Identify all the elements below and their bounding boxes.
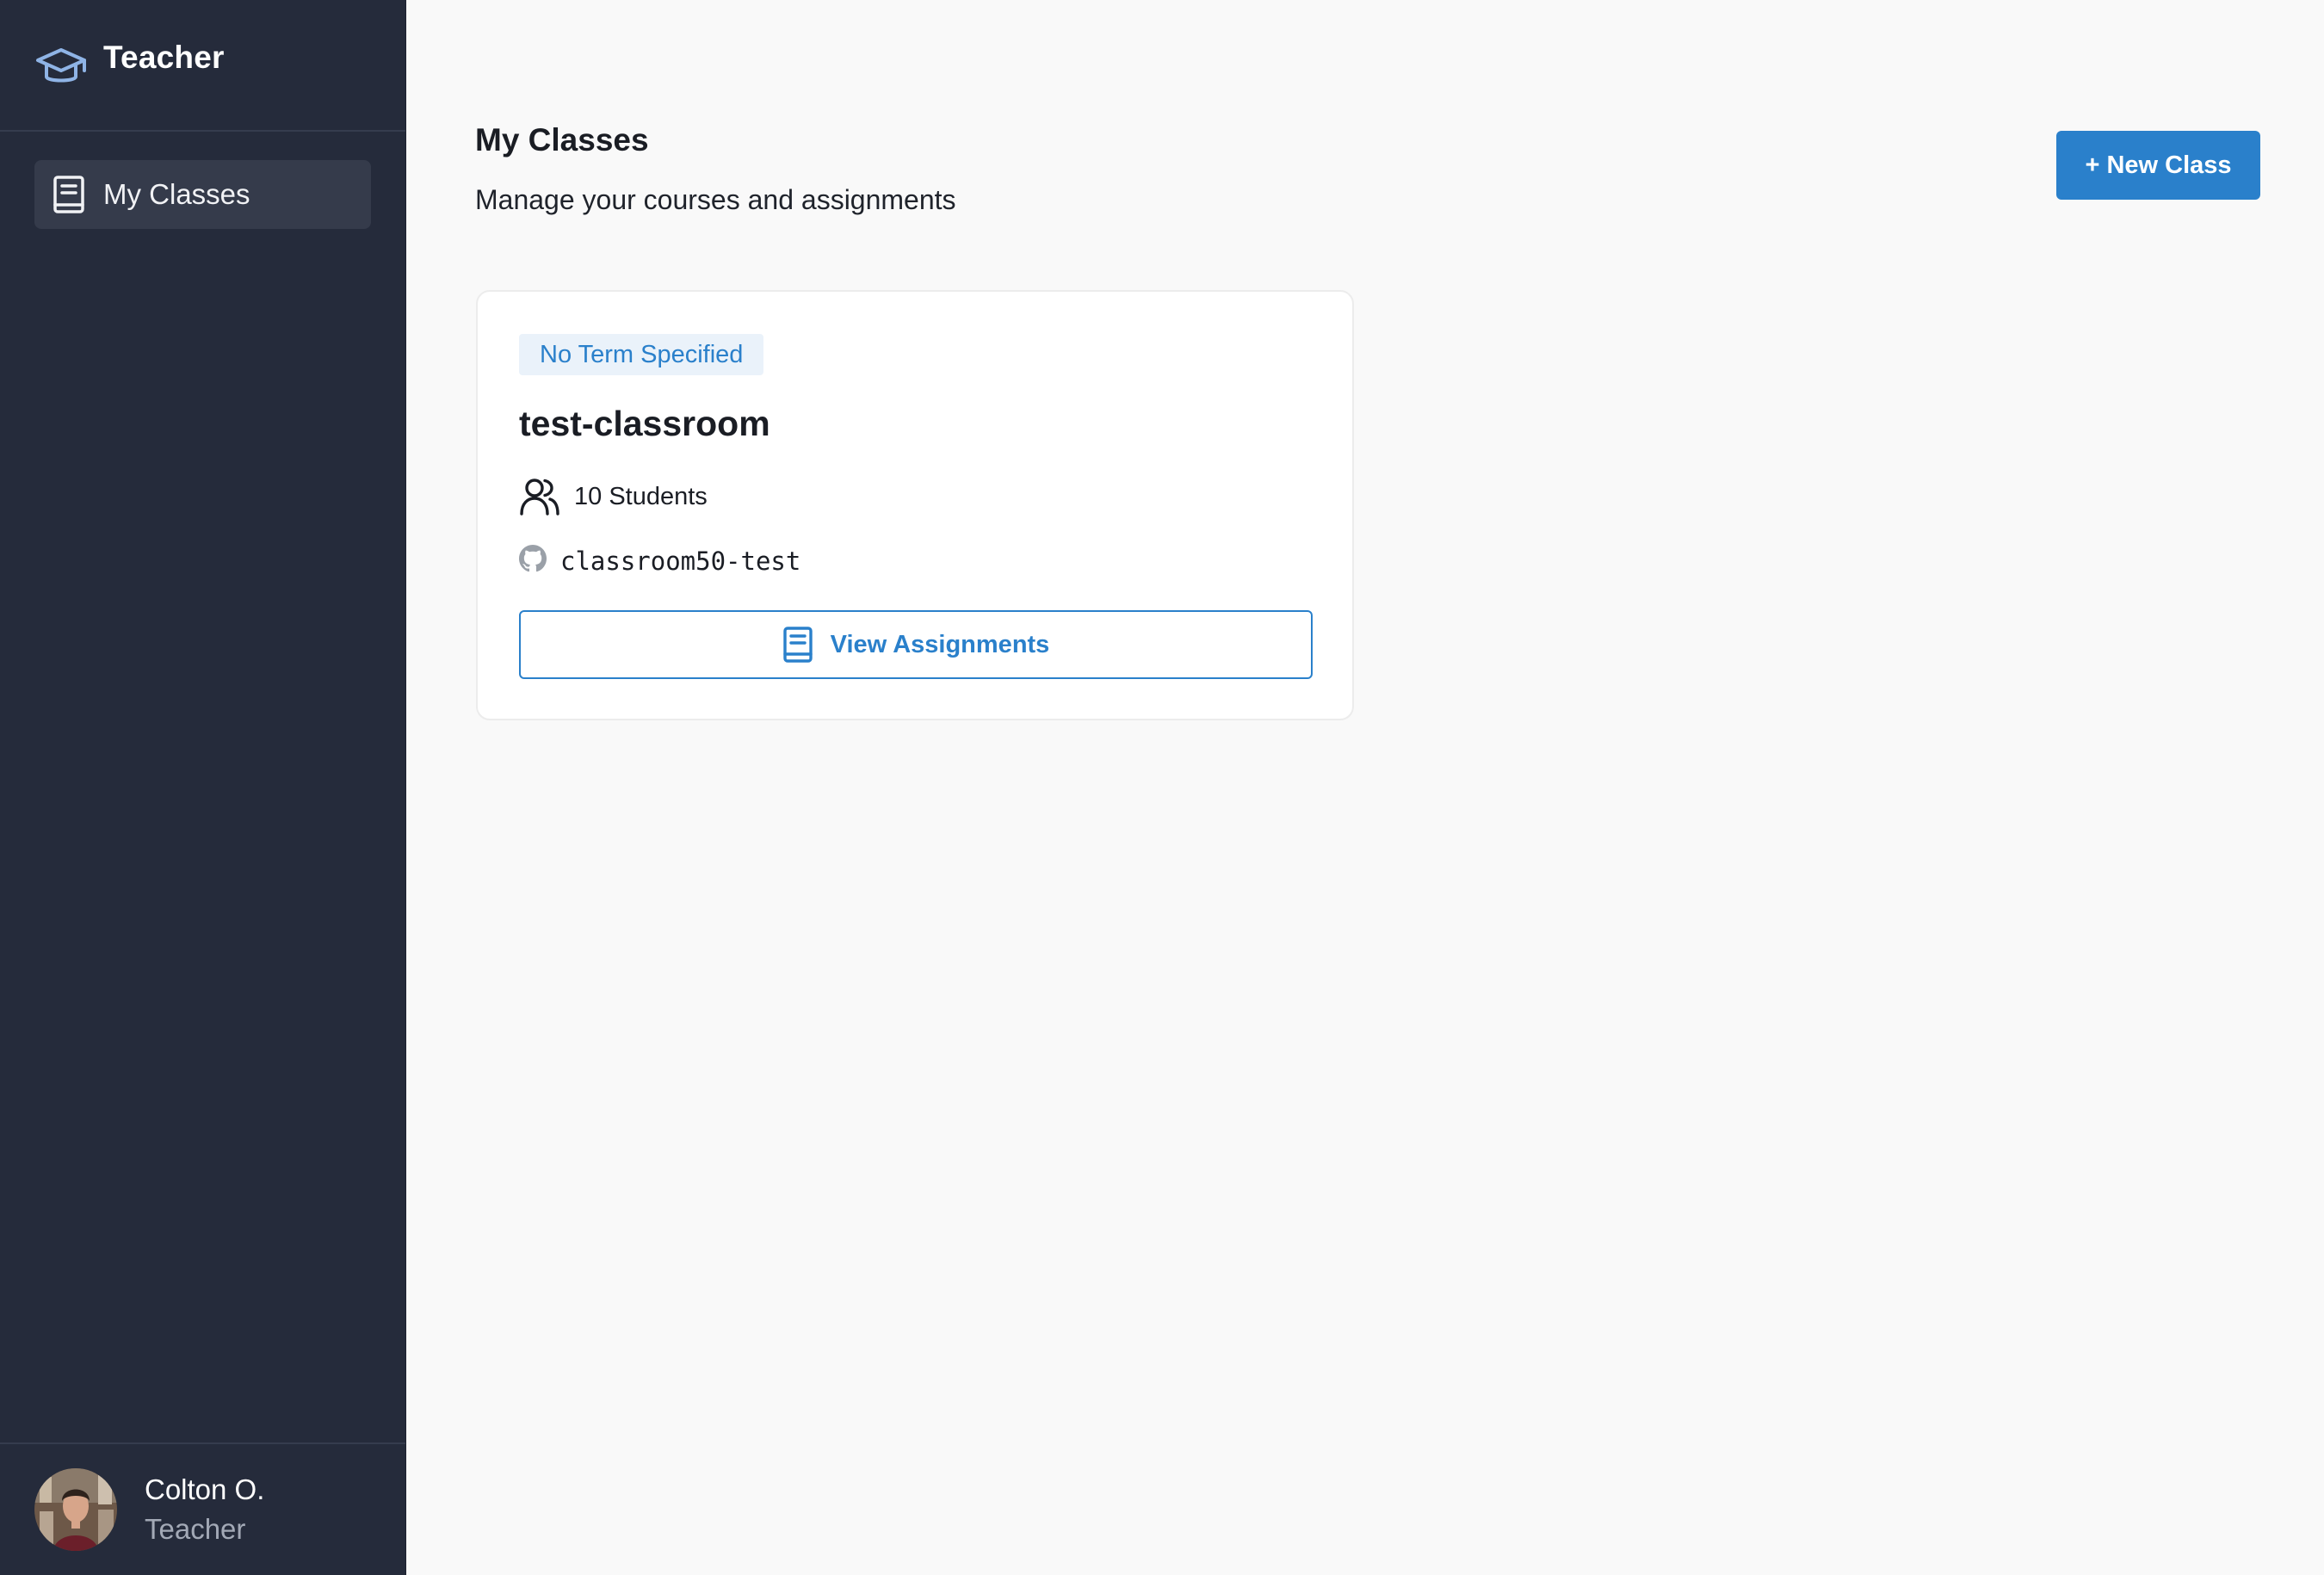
new-class-button[interactable]: + New Class [2056, 131, 2260, 200]
page-title: My Classes [475, 122, 649, 158]
term-badge: No Term Specified [519, 334, 764, 375]
sidebar: Teacher My Classes Colton O. Teacher [0, 0, 406, 1575]
students-count: 10 Students [574, 482, 708, 510]
repo-name: classroom50-test [560, 547, 801, 576]
view-assignments-button[interactable]: View Assignments [519, 610, 1313, 679]
book-icon [53, 176, 84, 213]
brand-title: Teacher [103, 39, 225, 75]
user-name: Colton O. [145, 1473, 265, 1505]
main-content: My Classes Manage your courses and assig… [406, 0, 2324, 1575]
avatar [34, 1468, 117, 1551]
page-subtitle: Manage your courses and assignments [475, 184, 956, 215]
class-name: test-classroom [519, 404, 770, 443]
sidebar-nav: My Classes [0, 132, 405, 229]
github-icon [519, 545, 547, 572]
user-profile[interactable]: Colton O. Teacher [0, 1442, 405, 1575]
view-assignments-label: View Assignments [830, 630, 1050, 658]
sidebar-item-label: My Classes [103, 178, 250, 210]
user-role: Teacher [145, 1513, 246, 1545]
user-meta: Colton O. Teacher [145, 1473, 264, 1546]
avatar-photo [34, 1468, 117, 1551]
brand: Teacher [0, 0, 405, 132]
students-row: 10 Students [519, 477, 708, 516]
book-icon [782, 627, 813, 663]
graduation-cap-icon [36, 47, 86, 82]
sidebar-item-my-classes[interactable]: My Classes [34, 160, 371, 229]
class-card: No Term Specified test-classroom 10 Stud… [476, 290, 1354, 720]
app-root: Teacher My Classes Colton O. Teacher My … [0, 0, 2324, 1575]
users-icon [520, 479, 559, 516]
repo-row: classroom50-test [519, 545, 801, 576]
